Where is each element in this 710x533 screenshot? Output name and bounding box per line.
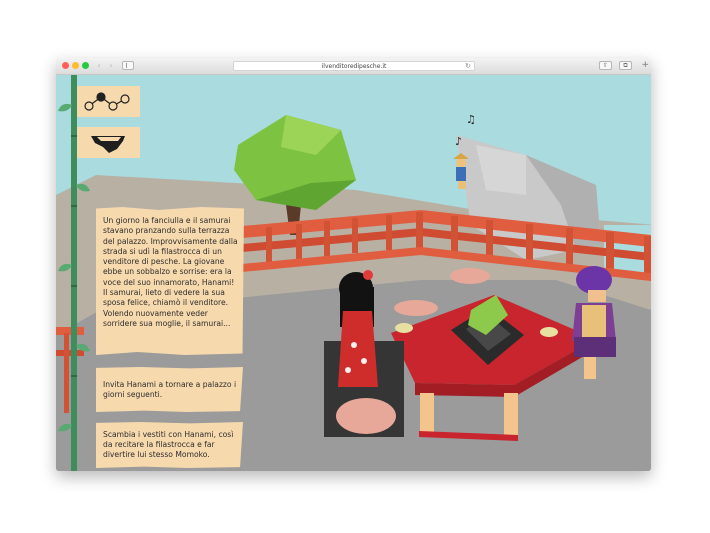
reload-icon[interactable]: ↻ (465, 62, 471, 71)
close-window-button[interactable] (62, 62, 69, 69)
cushion-back-right (450, 268, 490, 284)
minimize-window-button[interactable] (72, 62, 79, 69)
browser-toolbar: ‹ › ilvenditoredipesche.it ↻ ⇧ ⧉ + (56, 58, 651, 75)
cushion-back-left (394, 300, 438, 316)
svg-text:♫: ♫ (466, 113, 476, 126)
story-map-icon (84, 92, 130, 111)
story-text-panel: Un giorno la fanciulla e il samurai stav… (96, 207, 244, 355)
share-button[interactable]: ⇧ (599, 61, 612, 70)
tabs-overview-button[interactable]: ⧉ (619, 61, 632, 70)
choice-label: Scambia i vestiti con Hanami, così da re… (103, 430, 234, 459)
address-bar[interactable]: ilvenditoredipesche.it ↻ (233, 61, 475, 71)
story-text: Un giorno la fanciulla e il samurai stav… (103, 216, 238, 328)
zoom-window-button[interactable] (82, 62, 89, 69)
forward-icon[interactable]: › (106, 61, 116, 70)
url-text: ilvenditoredipesche.it (321, 63, 387, 70)
story-map-button[interactable] (77, 86, 140, 117)
sidebar-toggle-button[interactable] (122, 61, 134, 70)
choice-option-1[interactable]: Invita Hanami a tornare a palazzo i gior… (96, 367, 243, 412)
samurai-figure (572, 266, 616, 357)
back-icon[interactable]: ‹ (94, 61, 104, 70)
choice-option-2[interactable]: Scambia i vestiti con Hanami, così da re… (96, 422, 243, 468)
svg-text:♪: ♪ (455, 135, 462, 148)
inventory-button[interactable] (77, 127, 140, 158)
browser-window: ‹ › ilvenditoredipesche.it ↻ ⇧ ⧉ + ♪ ♫ U… (56, 58, 651, 471)
game-viewport: ♪ ♫ Un giorno la fanciulla e il samurai … (56, 75, 651, 471)
new-tab-button[interactable]: + (641, 60, 649, 70)
choice-label: Invita Hanami a tornare a palazzo i gior… (103, 379, 237, 399)
shield-icon (91, 136, 125, 153)
